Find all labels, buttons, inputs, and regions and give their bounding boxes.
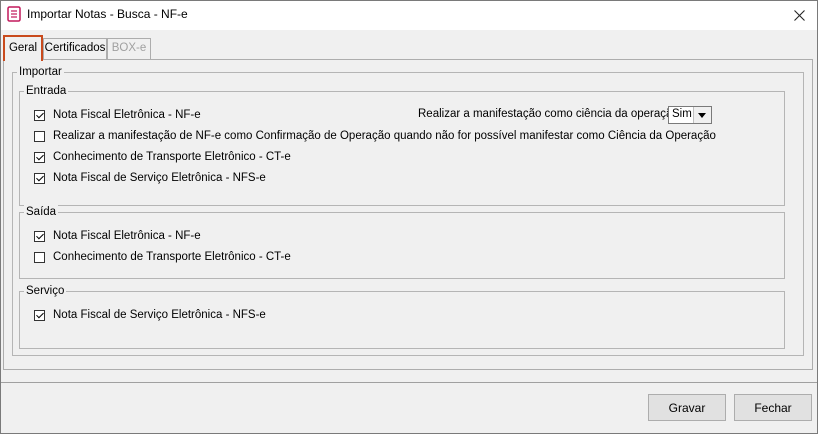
close-window-button[interactable] (781, 1, 817, 30)
dialog-window: Importar Notas - Busca - NF-e Geral Cert… (0, 0, 818, 434)
servico-nfse-checkbox[interactable]: Nota Fiscal de Serviço Eletrônica - NFS-… (34, 308, 266, 322)
group-entrada: Entrada Nota Fiscal Eletrônica - NF-e Re… (19, 84, 785, 206)
entrada-nfse-checkbox[interactable]: Nota Fiscal de Serviço Eletrônica - NFS-… (34, 171, 266, 185)
checkbox-label: Conhecimento de Transporte Eletrônico - … (53, 151, 291, 163)
group-label-servico: Serviço (24, 284, 67, 298)
manifest-label: Realizar a manifestação como ciência da … (418, 108, 683, 120)
group-label-entrada: Entrada (24, 84, 69, 98)
checkbox-label: Realizar a manifestação de NF-e como Con… (53, 130, 716, 142)
checkbox-box[interactable] (34, 130, 45, 142)
manifest-select-value: Sim (672, 108, 692, 120)
saida-cte-checkbox[interactable]: Conhecimento de Transporte Eletrônico - … (34, 250, 291, 264)
footer-separator (1, 382, 817, 383)
title-bar: Importar Notas - Busca - NF-e (1, 1, 817, 30)
checkbox-box[interactable] (34, 230, 45, 242)
tab-panel-geral: Importar Entrada Nota Fiscal Eletrônica … (3, 59, 813, 370)
tab-geral[interactable]: Geral (3, 35, 43, 61)
entrada-nfe-checkbox[interactable]: Nota Fiscal Eletrônica - NF-e (34, 108, 201, 122)
checkbox-box[interactable] (34, 309, 45, 321)
entrada-cte-checkbox[interactable]: Conhecimento de Transporte Eletrônico - … (34, 150, 291, 164)
group-label-importar: Importar (17, 65, 64, 79)
checkbox-label: Nota Fiscal Eletrônica - NF-e (53, 230, 201, 242)
checkbox-label: Nota Fiscal de Serviço Eletrônica - NFS-… (53, 172, 266, 184)
manifest-select[interactable]: Sim (668, 106, 712, 124)
checkbox-box[interactable] (34, 151, 45, 163)
group-servico: Serviço Nota Fiscal de Serviço Eletrônic… (19, 284, 785, 349)
group-importar: Importar Entrada Nota Fiscal Eletrônica … (12, 65, 804, 356)
checkbox-label: Nota Fiscal Eletrônica - NF-e (53, 109, 201, 121)
group-label-saida: Saída (24, 205, 59, 219)
save-button[interactable]: Gravar (648, 394, 726, 421)
chevron-down-icon[interactable] (693, 107, 711, 123)
document-icon (7, 6, 21, 22)
window-title: Importar Notas - Busca - NF-e (27, 7, 188, 21)
checkbox-label: Nota Fiscal de Serviço Eletrônica - NFS-… (53, 309, 266, 321)
checkbox-box[interactable] (34, 109, 45, 121)
close-button[interactable]: Fechar (734, 394, 812, 421)
group-saida: Saída Nota Fiscal Eletrônica - NF-e Conh… (19, 205, 785, 279)
tab-certificados[interactable]: Certificados (43, 38, 107, 59)
checkbox-box[interactable] (34, 172, 45, 184)
close-icon (793, 10, 805, 21)
checkbox-box[interactable] (34, 251, 45, 263)
tab-box-e[interactable]: BOX-e (107, 38, 151, 59)
saida-nfe-checkbox[interactable]: Nota Fiscal Eletrônica - NF-e (34, 229, 201, 243)
entrada-manifest-confirmation-checkbox[interactable]: Realizar a manifestação de NF-e como Con… (34, 129, 716, 143)
checkbox-label: Conhecimento de Transporte Eletrônico - … (53, 251, 291, 263)
